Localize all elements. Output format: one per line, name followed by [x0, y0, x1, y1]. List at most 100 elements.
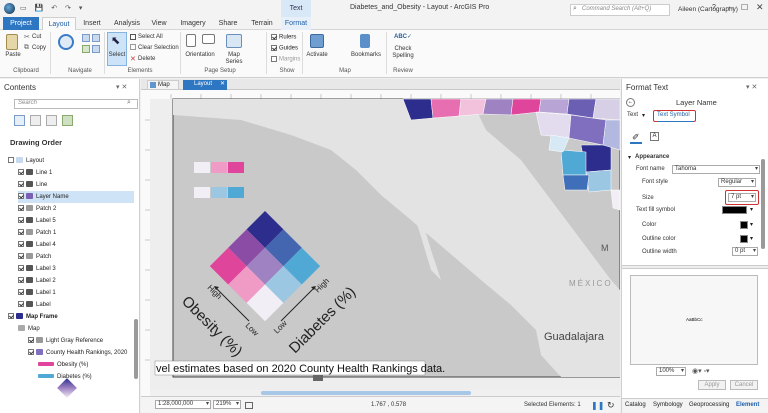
zoom-out-icon[interactable]: [92, 34, 100, 42]
color-swatch[interactable]: [740, 221, 748, 229]
visibility-checkbox[interactable]: [18, 301, 24, 308]
tab-project[interactable]: Project: [3, 17, 39, 30]
tree-item[interactable]: Patch 2: [18, 203, 56, 215]
refresh-button[interactable]: ↻: [607, 400, 615, 411]
check-spelling-icon[interactable]: ABC✓: [394, 33, 412, 40]
color-dropdown-icon[interactable]: ▾: [750, 221, 753, 228]
tab-terrain[interactable]: Terrain: [246, 17, 278, 30]
tree-item[interactable]: Layer Name: [18, 191, 134, 203]
close-button[interactable]: ✕: [756, 2, 764, 13]
pane-options-icon[interactable]: ▾ ✕: [116, 83, 127, 91]
rulers-toggle[interactable]: Rulers: [271, 34, 296, 41]
outline-width-input[interactable]: 0 pt: [732, 247, 758, 256]
tree-item[interactable]: Label 5: [18, 215, 56, 227]
pane-options-icon[interactable]: ▾ ✕: [746, 83, 757, 91]
select-all-button[interactable]: Select All: [138, 34, 163, 41]
tab-layout[interactable]: Layout: [42, 17, 76, 30]
guides-toggle[interactable]: Guides: [271, 45, 298, 52]
tree-item[interactable]: Obesity (%): [38, 359, 88, 371]
visibility-checkbox[interactable]: [18, 205, 24, 212]
outline-color-dropdown-icon[interactable]: ▾: [750, 235, 753, 242]
visibility-checkbox[interactable]: [28, 349, 34, 356]
pause-drawing-button[interactable]: ❚❚: [591, 401, 604, 410]
list-by-source-icon[interactable]: [30, 115, 41, 126]
text-properties-icon[interactable]: A: [650, 132, 659, 141]
visibility-checkbox[interactable]: [18, 193, 24, 200]
orientation-button[interactable]: Orientation: [183, 52, 217, 59]
paste-icon[interactable]: [6, 34, 18, 50]
tree-item[interactable]: County Health Rankings, 2020: [28, 347, 127, 359]
tree-item[interactable]: Label: [18, 299, 51, 311]
zoom-dropdown[interactable]: 219%: [213, 400, 241, 409]
previous-extent-icon[interactable]: [92, 45, 100, 53]
tree-item[interactable]: Patch 1: [18, 227, 56, 239]
tab-format[interactable]: Format: [281, 17, 311, 30]
tree-item[interactable]: Label 3: [18, 263, 56, 275]
list-by-selection-icon[interactable]: [46, 115, 57, 126]
activate-icon[interactable]: [310, 34, 324, 48]
maximize-button[interactable]: ☐: [741, 3, 748, 12]
preview-zoom-dropdown[interactable]: 100%: [656, 367, 686, 376]
visibility-checkbox[interactable]: [18, 169, 24, 176]
copy-button[interactable]: Copy: [32, 45, 46, 52]
tree-item[interactable]: Label 2: [18, 275, 56, 287]
visibility-checkbox[interactable]: [18, 289, 24, 296]
paste-button[interactable]: Paste: [2, 52, 24, 59]
bookmarks-icon[interactable]: [360, 34, 370, 48]
select-button[interactable]: Select: [108, 52, 126, 59]
tab-element[interactable]: Element: [736, 402, 759, 408]
tab-insert[interactable]: Insert: [78, 17, 106, 30]
contents-search-input[interactable]: Search: [18, 100, 37, 106]
tab-symbology[interactable]: Symbology: [653, 402, 683, 408]
visibility-checkbox[interactable]: [28, 337, 34, 344]
page-size-icon[interactable]: [186, 34, 196, 47]
visibility-checkbox[interactable]: [18, 241, 24, 248]
check-spelling-button[interactable]: Check Spelling: [390, 46, 416, 60]
page-icon-2[interactable]: [202, 34, 215, 44]
apply-button[interactable]: Apply: [698, 380, 726, 390]
bookmarks-button[interactable]: Bookmarks: [350, 52, 382, 59]
tab-imagery[interactable]: Imagery: [176, 17, 210, 30]
delete-button[interactable]: Delete: [138, 56, 155, 63]
tree-item[interactable]: Patch: [18, 251, 51, 263]
clear-selection-button[interactable]: Clear Selection: [138, 45, 179, 52]
tree-item[interactable]: Line 1: [18, 167, 52, 179]
cancel-button[interactable]: Cancel: [730, 380, 758, 390]
fit-page-icon[interactable]: [245, 402, 253, 409]
scale-dropdown[interactable]: 1:28,000,000: [155, 400, 211, 409]
list-by-snapping-icon[interactable]: [62, 115, 73, 126]
tab-catalog[interactable]: Catalog: [625, 402, 646, 408]
preview-view-options-icon[interactable]: ◉▾ ▫▾: [692, 367, 710, 375]
visibility-checkbox[interactable]: [18, 253, 24, 260]
text-tab[interactable]: Text: [627, 112, 638, 118]
guides-checkbox[interactable]: [271, 45, 277, 51]
text-fill-symbol-swatch[interactable]: [722, 206, 747, 214]
fill-symbol-dropdown-icon[interactable]: ▾: [750, 206, 753, 213]
visibility-checkbox[interactable]: [18, 229, 24, 236]
contents-scrollbar[interactable]: [134, 319, 138, 379]
tab-share[interactable]: Share: [215, 17, 241, 30]
full-extent-icon[interactable]: [82, 45, 90, 53]
quick-access-toolbar[interactable]: ▭ 💾 ↶ ↷ ▾: [20, 4, 120, 13]
visibility-checkbox[interactable]: [18, 217, 24, 224]
list-by-drawing-order-icon[interactable]: [14, 115, 25, 126]
tab-layout-view[interactable]: Layout ✕: [183, 80, 227, 90]
cut-button[interactable]: Cut: [32, 34, 41, 41]
visibility-checkbox[interactable]: [18, 277, 24, 284]
tab-analysis[interactable]: Analysis: [110, 17, 144, 30]
layout-view[interactable]: MÉXICO M Guadalajara High Low High Low O…: [141, 90, 620, 396]
activate-button[interactable]: Activate: [304, 52, 330, 59]
map-series-icon[interactable]: [226, 34, 242, 48]
explore-icon[interactable]: [58, 34, 74, 50]
font-style-dropdown[interactable]: Regular: [718, 178, 756, 187]
command-search-input[interactable]: Command Search (Alt+Q): [582, 6, 651, 12]
visibility-checkbox[interactable]: [8, 157, 14, 164]
user-account[interactable]: Aileen (Cartography): [678, 6, 738, 13]
tab-geoprocessing[interactable]: Geoprocessing: [689, 402, 729, 408]
zoom-in-icon[interactable]: [82, 34, 90, 42]
appearance-chevron-icon[interactable]: ▾: [628, 154, 631, 161]
tree-item[interactable]: Layout: [8, 155, 44, 167]
tab-view[interactable]: View: [148, 17, 170, 30]
tree-item[interactable]: Label 4: [18, 239, 56, 251]
visibility-checkbox[interactable]: [18, 265, 24, 272]
